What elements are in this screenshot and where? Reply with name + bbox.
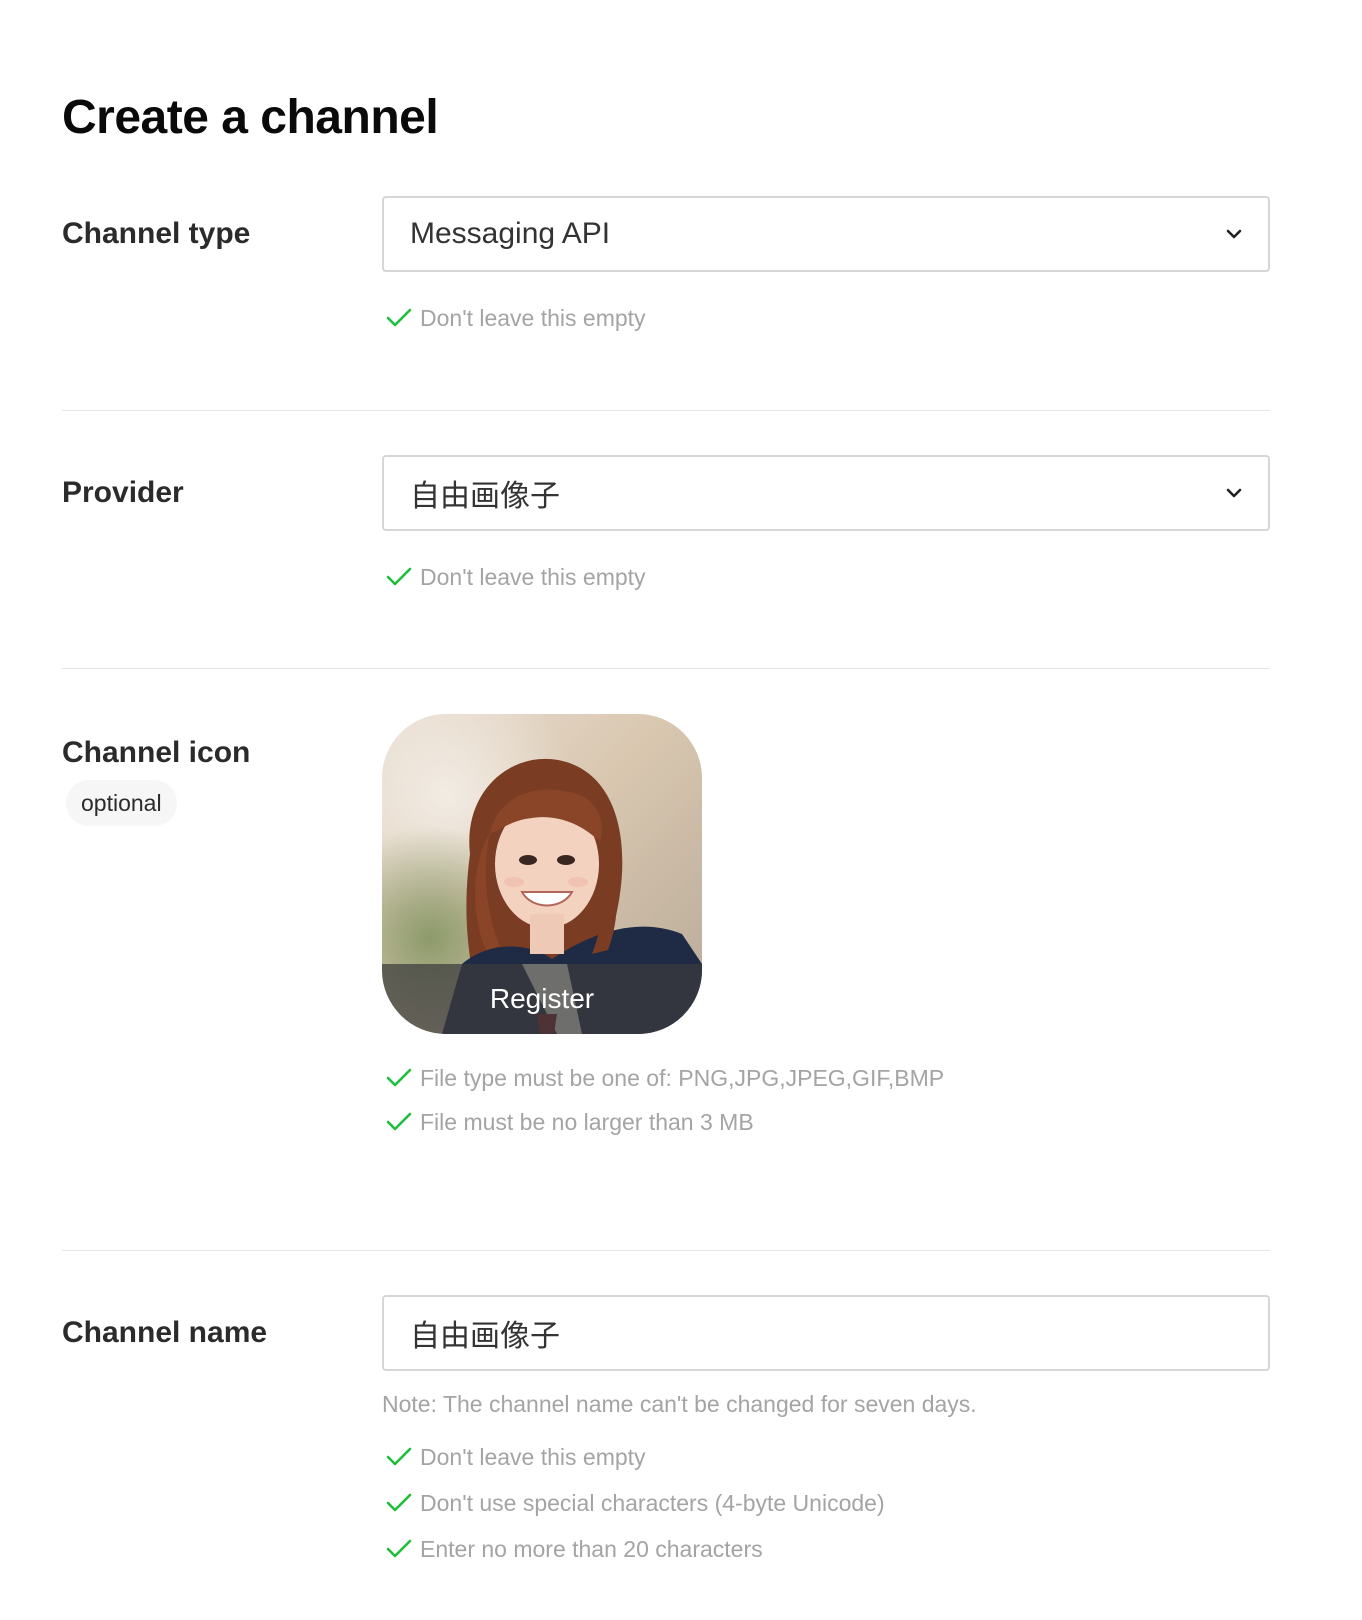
optional-badge: optional — [66, 780, 177, 826]
validation-item: Don't leave this empty — [382, 303, 646, 333]
validation-item: Don't leave this empty — [382, 562, 646, 592]
section-divider — [62, 1250, 1270, 1251]
validation-item: Don't use special characters (4-byte Uni… — [382, 1488, 885, 1518]
check-icon — [386, 308, 412, 327]
validation-text: Don't leave this empty — [420, 1443, 646, 1470]
check-icon — [386, 1068, 412, 1087]
validation-item: File type must be one of: PNG,JPG,JPEG,G… — [382, 1063, 944, 1093]
validation-text: File type must be one of: PNG,JPG,JPEG,G… — [420, 1064, 945, 1091]
channel-name-note: Note: The channel name can't be changed … — [382, 1391, 977, 1417]
validation-text: Don't leave this empty — [420, 563, 646, 590]
page-title: Create a channel — [62, 91, 439, 144]
channel-type-label: Channel type — [62, 217, 251, 250]
validation-item: Don't leave this empty — [382, 1442, 646, 1472]
validation-item: File must be no larger than 3 MB — [382, 1107, 754, 1137]
check-icon — [386, 1112, 412, 1131]
validation-text: File must be no larger than 3 MB — [420, 1108, 754, 1135]
register-button[interactable]: Register — [382, 964, 702, 1034]
channel-type-selected-value: Messaging API — [410, 217, 611, 250]
channel-name-input[interactable]: 自由画像子 — [382, 1295, 1270, 1371]
validation-text: Don't use special characters (4-byte Uni… — [420, 1489, 885, 1516]
register-label: Register — [489, 983, 595, 1014]
channel-name-label: Channel name — [62, 1316, 268, 1349]
validation-text: Don't leave this empty — [420, 304, 646, 331]
chevron-down-icon — [1226, 229, 1242, 239]
channel-name-value: 自由画像子 — [410, 1320, 560, 1353]
provider-label: Provider — [62, 476, 184, 509]
validation-text: Enter no more than 20 characters — [420, 1535, 763, 1562]
provider-select[interactable]: 自由画像子 — [382, 455, 1270, 531]
section-divider — [62, 410, 1270, 411]
chevron-down-icon — [1226, 488, 1242, 498]
check-icon — [386, 1539, 412, 1558]
section-divider — [62, 668, 1270, 669]
check-icon — [386, 1493, 412, 1512]
provider-selected-value: 自由画像子 — [410, 480, 560, 513]
channel-type-select[interactable]: Messaging API — [382, 196, 1270, 272]
check-icon — [386, 1447, 412, 1466]
check-icon — [386, 567, 412, 586]
channel-icon-label: Channel icon — [62, 736, 251, 769]
validation-item: Enter no more than 20 characters — [382, 1534, 763, 1564]
channel-icon-uploader[interactable]: Register — [382, 714, 702, 1034]
